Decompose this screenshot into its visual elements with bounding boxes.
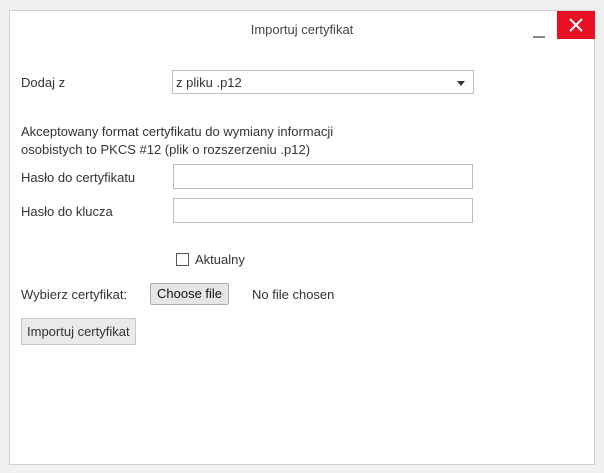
current-checkbox-label: Aktualny: [195, 252, 245, 267]
source-label: Dodaj z: [21, 75, 66, 90]
format-info-line-2: osobistych to PKCS #12 (plik o rozszerze…: [21, 142, 311, 157]
chevron-down-icon: [457, 81, 465, 86]
import-certificate-dialog: Importuj certyfikat Dodaj z z pliku .p12…: [9, 10, 595, 465]
close-icon: [569, 18, 583, 32]
file-status-text: No file chosen: [252, 287, 335, 302]
close-button[interactable]: [557, 11, 595, 39]
import-certificate-button[interactable]: Importuj certyfikat: [21, 318, 136, 345]
cert-password-label: Hasło do certyfikatu: [21, 170, 136, 185]
key-password-label: Hasło do klucza: [21, 204, 113, 219]
format-info-text: Akceptowany format certyfikatu do wymian…: [21, 123, 441, 159]
source-select-value: z pliku .p12: [176, 75, 242, 90]
title-bar: Importuj certyfikat: [10, 11, 595, 49]
source-select[interactable]: z pliku .p12: [172, 70, 474, 94]
dialog-title: Importuj certyfikat: [250, 22, 354, 37]
key-password-field[interactable]: [173, 198, 473, 223]
format-info-line-1: Akceptowany format certyfikatu do wymian…: [21, 124, 334, 139]
choose-cert-label: Wybierz certyfikat:: [21, 287, 128, 302]
choose-file-button[interactable]: Choose file: [150, 283, 230, 305]
current-checkbox[interactable]: [176, 253, 189, 266]
cert-password-field[interactable]: [173, 164, 473, 189]
minimize-icon[interactable]: [529, 25, 549, 39]
